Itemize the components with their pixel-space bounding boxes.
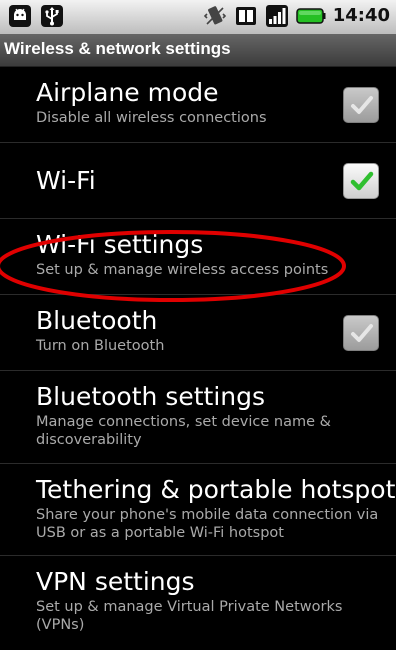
usb-icon <box>40 4 64 28</box>
bluetooth-checkbox[interactable] <box>343 315 379 351</box>
status-time: 14:40 <box>332 5 390 26</box>
status-bar-right: 14:40 <box>203 4 390 28</box>
item-summary: Set up & manage Virtual Private Networks… <box>36 599 343 633</box>
status-bar-left <box>8 4 64 28</box>
sim-icon <box>234 4 258 28</box>
list-item-vpn-settings[interactable]: VPN settings Set up & manage Virtual Pri… <box>0 556 396 650</box>
item-title: Tethering & portable hotspot <box>36 475 396 504</box>
list-item-wifi[interactable]: Wi-Fi <box>0 143 396 219</box>
item-summary: Manage connections, set device name & di… <box>36 414 331 448</box>
item-title: Airplane mode <box>36 78 219 107</box>
signal-icon <box>265 4 289 28</box>
item-title: Wi-Fi <box>36 166 96 195</box>
status-bar: 14:40 <box>0 0 396 34</box>
item-summary: Disable all wireless connections <box>36 110 267 126</box>
list-item-wifi-settings[interactable]: Wi-Fi settings Set up & manage wireless … <box>0 219 396 295</box>
item-summary: Set up & manage wireless access points <box>36 262 329 278</box>
vibrate-icon <box>203 4 227 28</box>
battery-icon <box>295 4 326 28</box>
settings-list: Airplane mode Disable all wireless conne… <box>0 67 396 650</box>
item-summary: Turn on Bluetooth <box>36 338 165 354</box>
title-bar: Wireless & network settings <box>0 34 396 67</box>
page-title: Wireless & network settings <box>4 39 231 58</box>
item-title: Wi-Fi settings <box>36 230 204 259</box>
list-item-airplane-mode[interactable]: Airplane mode Disable all wireless conne… <box>0 67 396 143</box>
list-item-bluetooth-settings[interactable]: Bluetooth settings Manage connections, s… <box>0 371 396 464</box>
item-title: Bluetooth <box>36 306 158 335</box>
item-title: Bluetooth settings <box>36 382 266 411</box>
item-summary: Share your phone's mobile data connectio… <box>36 507 379 541</box>
list-item-bluetooth[interactable]: Bluetooth Turn on Bluetooth <box>0 295 396 371</box>
list-item-tethering[interactable]: Tethering & portable hotspot Share your … <box>0 464 396 556</box>
wifi-checkbox[interactable] <box>343 163 379 199</box>
item-title: VPN settings <box>36 567 195 596</box>
airplane-mode-checkbox[interactable] <box>343 87 379 123</box>
android-debug-icon <box>8 4 32 28</box>
